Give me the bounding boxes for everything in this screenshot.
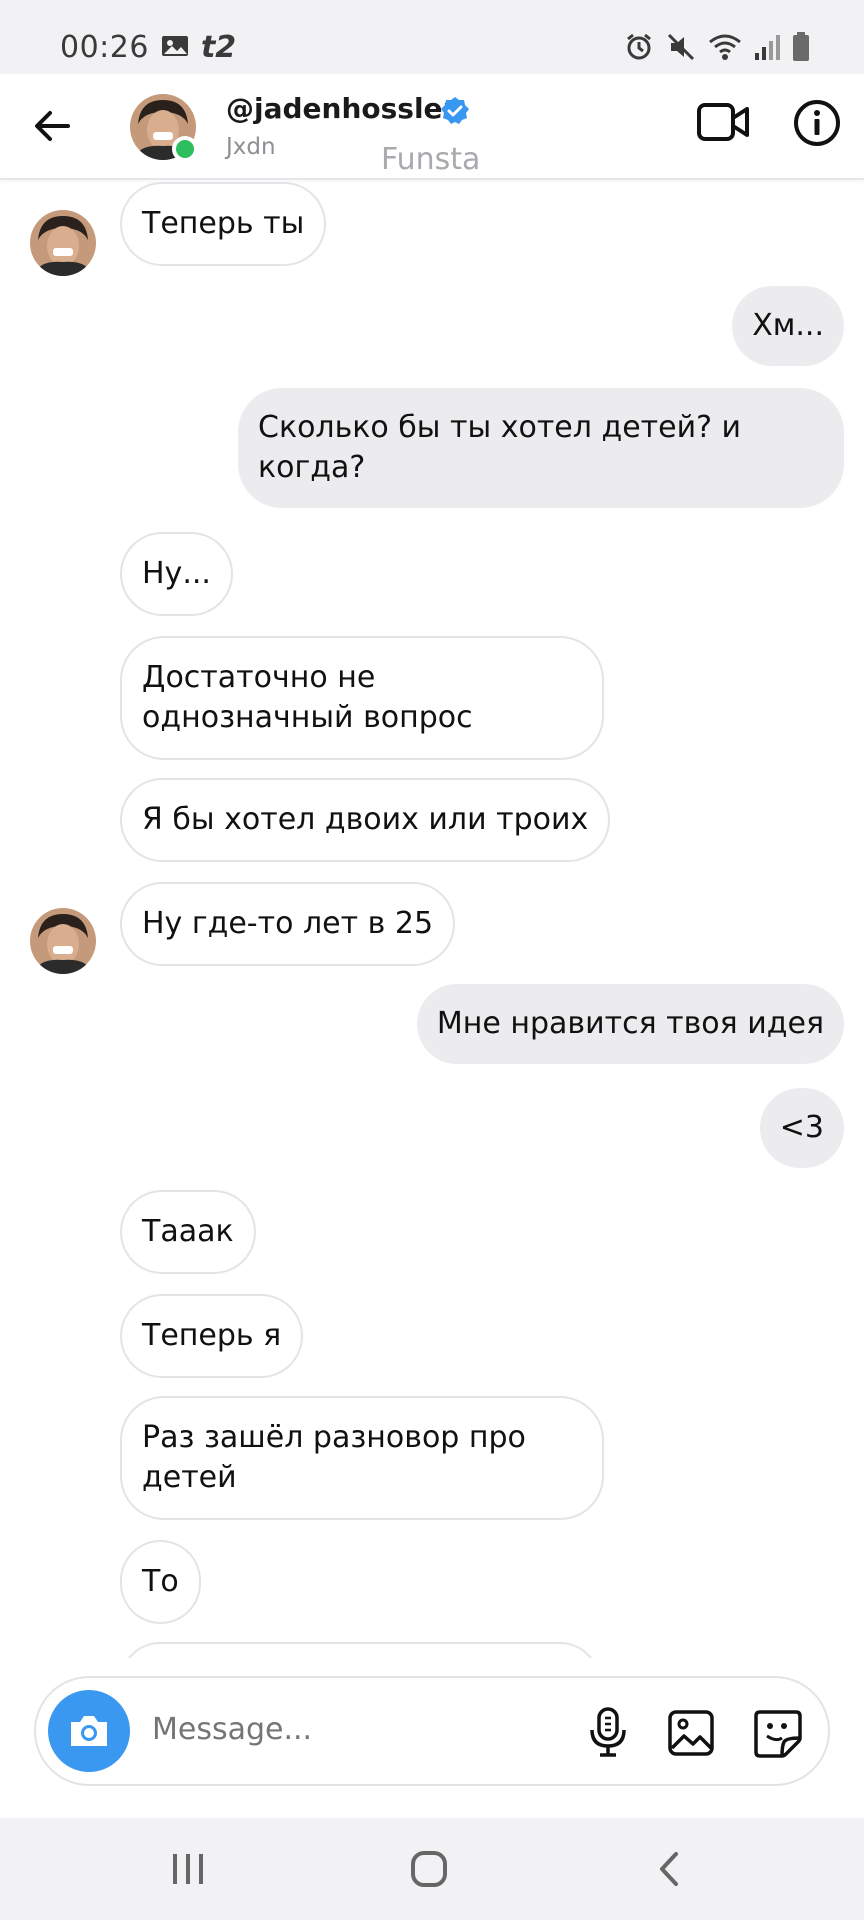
status-bar: 00:26 t2	[0, 0, 864, 74]
message-bubble-incoming[interactable]: Я бы хотел двоих или троих	[120, 778, 611, 862]
message-bubble-incoming[interactable]: Раз зашёл разновор про детей	[120, 1396, 604, 1520]
message-bubble-incoming[interactable]: Ну где-то лет в 25	[120, 882, 456, 966]
message-bubble-partial[interactable]	[120, 1642, 600, 1658]
chat-subtitle: Jxdn	[226, 134, 276, 160]
voice-message-button[interactable]	[582, 1706, 634, 1758]
chat-username[interactable]: @jadenhossler	[226, 92, 456, 125]
battery-icon	[792, 32, 810, 66]
message-bubble-outgoing[interactable]: <3	[759, 1088, 844, 1168]
gallery-icon	[668, 1710, 714, 1756]
message-bubble-outgoing[interactable]: Хм...	[732, 286, 844, 366]
message-bubble-outgoing[interactable]: Мне нравится твоя идея	[416, 984, 844, 1064]
sender-avatar[interactable]	[30, 210, 96, 276]
video-call-button[interactable]	[696, 98, 750, 146]
info-button[interactable]	[792, 98, 842, 148]
message-bubble-incoming[interactable]: Теперь я	[120, 1294, 304, 1378]
watermark-text: Funsta	[381, 142, 481, 177]
system-nav-bar	[0, 1818, 864, 1920]
message-bubble-outgoing[interactable]: Сколько бы ты хотел детей? и когда?	[238, 388, 844, 508]
online-indicator	[172, 136, 198, 162]
message-bubble-incoming[interactable]: То	[120, 1540, 201, 1624]
camera-icon	[71, 1716, 107, 1746]
message-bubble-incoming[interactable]: Теперь ты	[120, 182, 327, 266]
carrier-label: t2	[200, 30, 237, 65]
image-icon	[161, 34, 189, 62]
recent-apps-button[interactable]	[170, 1852, 206, 1886]
alarm-icon	[624, 32, 654, 66]
home-button[interactable]	[410, 1850, 448, 1888]
chat-header: @jadenhossler Jxdn Funsta	[0, 74, 864, 180]
status-time: 00:26	[60, 30, 149, 65]
camera-button[interactable]	[48, 1690, 130, 1772]
message-input[interactable]	[152, 1712, 452, 1747]
mute-icon	[666, 32, 696, 66]
arrow-left-icon	[35, 111, 70, 141]
back-icon	[660, 1852, 678, 1886]
message-bubble-incoming[interactable]: Достаточно не однозначный вопрос	[120, 636, 604, 760]
sender-avatar[interactable]	[30, 908, 96, 974]
sticker-icon	[754, 1710, 802, 1758]
video-camera-icon	[697, 103, 749, 141]
message-bubble-incoming[interactable]: Тааак	[120, 1190, 256, 1274]
recent-apps-icon	[173, 1854, 203, 1884]
system-back-button[interactable]	[654, 1850, 684, 1888]
info-icon	[794, 100, 840, 146]
signal-icon	[754, 33, 780, 65]
sticker-button[interactable]	[752, 1708, 804, 1760]
message-bubble-incoming[interactable]: Ну...	[120, 532, 233, 616]
gallery-button[interactable]	[666, 1708, 716, 1758]
wifi-icon	[708, 32, 742, 66]
back-button[interactable]	[30, 104, 74, 148]
message-thread[interactable]: Теперь ты Хм... Сколько бы ты хотел дете…	[0, 180, 864, 1658]
verified-badge-icon	[440, 96, 470, 126]
home-icon	[411, 1851, 447, 1887]
microphone-icon	[590, 1707, 626, 1757]
message-composer	[34, 1676, 830, 1786]
